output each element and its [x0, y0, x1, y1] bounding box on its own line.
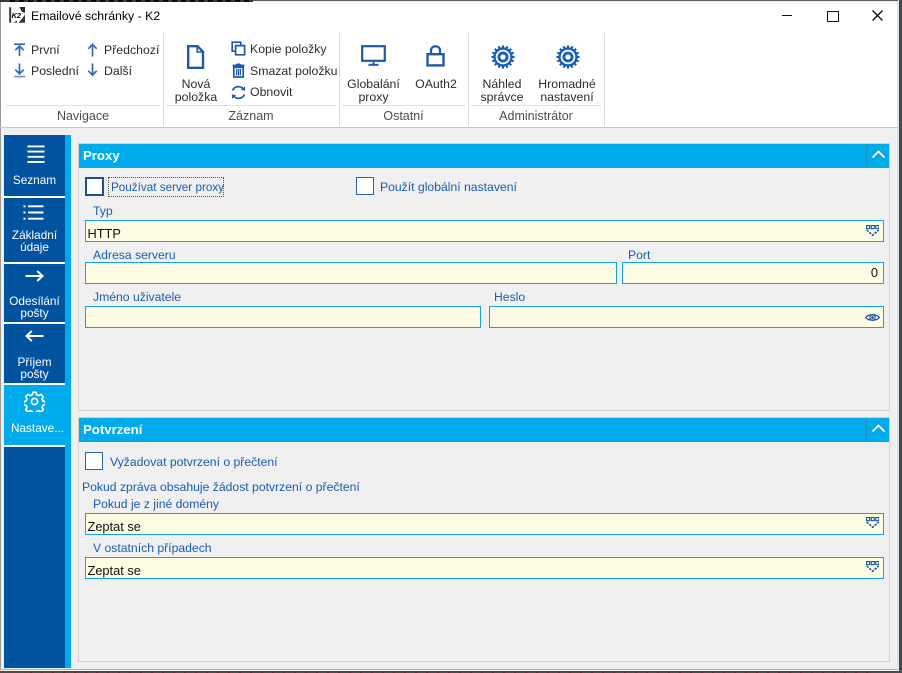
svg-text:K2: K2: [12, 11, 22, 20]
